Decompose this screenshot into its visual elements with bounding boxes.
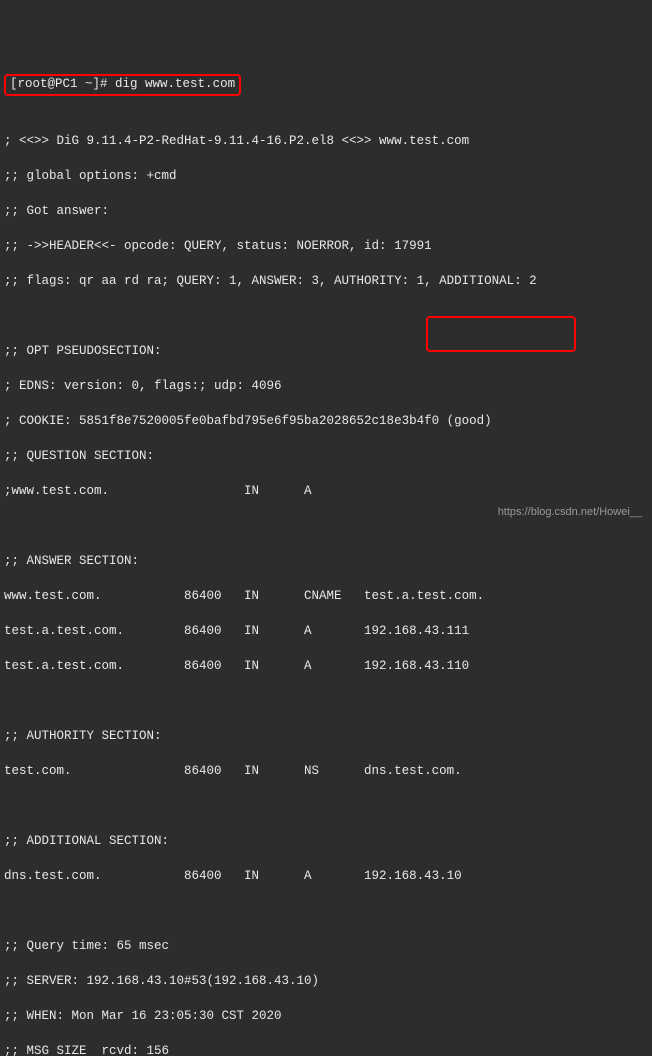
command-highlight: [root@PC1 ~]# dig www.test.com [4, 74, 241, 96]
msg-size: ;; MSG SIZE rcvd: 156 [4, 1043, 648, 1056]
blank-line [4, 903, 648, 921]
blank-line [4, 798, 648, 816]
additional-section-header: ;; ADDITIONAL SECTION: [4, 833, 648, 851]
server-line: ;; SERVER: 192.168.43.10#53(192.168.43.1… [4, 973, 648, 991]
when-line: ;; WHEN: Mon Mar 16 23:05:30 CST 2020 [4, 1008, 648, 1026]
additional-row: dns.test.com. 86400 IN A 192.168.43.10 [4, 868, 648, 886]
question-section-header: ;; QUESTION SECTION: [4, 448, 648, 466]
answer-section-header: ;; ANSWER SECTION: [4, 553, 648, 571]
global-options: ;; global options: +cmd [4, 168, 648, 186]
got-answer: ;; Got answer: [4, 203, 648, 221]
cookie-line: ; COOKIE: 5851f8e7520005fe0bafbd795e6f95… [4, 413, 648, 431]
answer-row: www.test.com. 86400 IN CNAME test.a.test… [4, 588, 648, 606]
blank-line [4, 308, 648, 326]
blank-line [4, 518, 648, 536]
blank-line [4, 693, 648, 711]
flags-line: ;; flags: qr aa rd ra; QUERY: 1, ANSWER:… [4, 273, 648, 291]
edns-line: ; EDNS: version: 0, flags:; udp: 4096 [4, 378, 648, 396]
answer-row: test.a.test.com. 86400 IN A 192.168.43.1… [4, 623, 648, 641]
query-time: ;; Query time: 65 msec [4, 938, 648, 956]
blank-line [4, 98, 648, 116]
opt-pseudosection-header: ;; OPT PSEUDOSECTION: [4, 343, 648, 361]
shell-command[interactable]: dig www.test.com [115, 77, 235, 91]
dig-banner: ; <<>> DiG 9.11.4-P2-RedHat-9.11.4-16.P2… [4, 133, 648, 151]
answer-row: test.a.test.com. 86400 IN A 192.168.43.1… [4, 658, 648, 676]
authority-section-header: ;; AUTHORITY SECTION: [4, 728, 648, 746]
watermark: https://blog.csdn.net/Howei__ [498, 505, 642, 520]
header-line: ;; ->>HEADER<<- opcode: QUERY, status: N… [4, 238, 648, 256]
question-row: ;www.test.com. IN A [4, 483, 648, 501]
shell-prompt: [root@PC1 ~]# [10, 77, 108, 91]
authority-row: test.com. 86400 IN NS dns.test.com. [4, 763, 648, 781]
